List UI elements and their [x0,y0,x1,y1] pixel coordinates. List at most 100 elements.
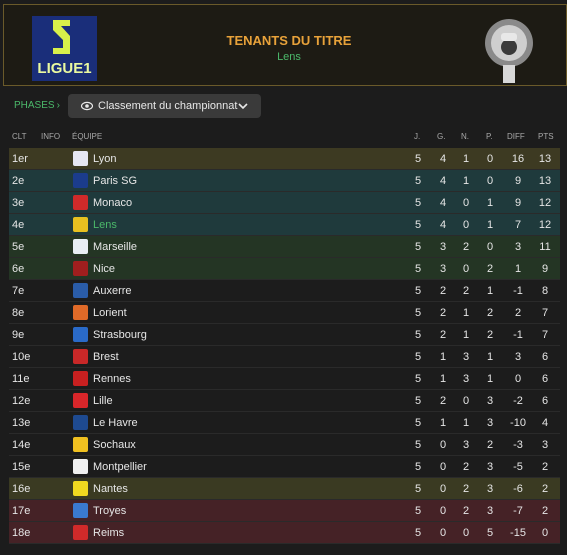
position-cell: 11e [12,373,30,385]
team-name[interactable]: Nice [93,263,115,275]
trophy-icon [485,19,533,83]
played-cell: 5 [414,175,422,187]
col-info[interactable]: INFO [41,132,60,141]
table-row[interactable]: 8e Lorient 5 2 1 2 2 7 [9,302,560,324]
title-holder-banner: LIGUE1 TENANTS DU TITRE Lens [3,4,567,86]
team-name[interactable]: Reims [93,527,124,539]
won-cell: 0 [439,505,447,517]
team-name[interactable]: Lille [93,395,113,407]
played-cell: 5 [414,197,422,209]
position-cell: 17e [12,505,31,517]
col-lost[interactable]: P. [486,132,493,141]
team-name[interactable]: Le Havre [93,417,138,429]
diff-cell: 16 [511,153,525,165]
points-cell: 3 [541,439,549,451]
position-cell: 15e [12,461,31,473]
table-row[interactable]: 1er Lyon 5 4 1 0 16 13 [9,148,560,170]
col-won[interactable]: G. [437,132,445,141]
team-name[interactable]: Nantes [93,483,128,495]
drawn-cell: 1 [462,307,470,319]
points-cell: 11 [539,241,551,253]
diff-cell: 3 [514,351,522,363]
col-played[interactable]: J. [414,132,420,141]
lost-cell: 5 [486,527,494,539]
diff-cell: 1 [514,263,522,275]
title-holder-team[interactable]: Lens [124,51,454,63]
table-row[interactable]: 11e Rennes 5 1 3 1 0 6 [9,368,560,390]
chevron-down-icon [238,103,248,110]
won-cell: 2 [439,307,447,319]
team-name[interactable]: Auxerre [93,285,132,297]
table-row[interactable]: 14e Sochaux 5 0 3 2 -3 3 [9,434,560,456]
diff-cell: -10 [510,417,526,429]
table-row[interactable]: 17e Troyes 5 0 2 3 -7 2 [9,500,560,522]
drawn-cell: 0 [462,219,470,231]
eye-icon [81,101,93,111]
played-cell: 5 [414,417,422,429]
phases-label: PHASES [14,100,55,111]
team-name[interactable]: Brest [93,351,119,363]
position-cell: 10e [12,351,31,363]
col-diff[interactable]: DIFF [507,132,525,141]
played-cell: 5 [414,307,422,319]
team-name[interactable]: Strasbourg [93,329,147,341]
position-cell: 4e [12,219,25,231]
won-cell: 1 [439,351,447,363]
standings-table: 1er Lyon 5 4 1 0 16 13 2e Paris SG 5 4 1 0 9 13 3e Monaco… [9,148,560,544]
won-cell: 1 [439,373,447,385]
team-name[interactable]: Montpellier [93,461,147,473]
diff-cell: 3 [514,241,522,253]
won-cell: 2 [439,329,447,341]
team-name[interactable]: Lyon [93,153,116,165]
position-cell: 13e [12,417,31,429]
table-row[interactable]: 5e Marseille 5 3 2 0 3 11 [9,236,560,258]
col-pts[interactable]: PTS [538,132,554,141]
table-row[interactable]: 12e Lille 5 2 0 3 -2 6 [9,390,560,412]
ligue1-logo: LIGUE1 [32,16,97,81]
standings-view-dropdown[interactable]: Classement du championnat [68,94,261,118]
col-drawn[interactable]: N. [461,132,469,141]
table-row[interactable]: 18e Reims 5 0 0 5 -15 0 [9,522,560,544]
col-pos[interactable]: CLT [12,132,27,141]
points-cell: 6 [541,351,549,363]
table-row[interactable]: 4e Lens 5 4 0 1 7 12 [9,214,560,236]
team-name[interactable]: Marseille [93,241,137,253]
table-row[interactable]: 6e Nice 5 3 0 2 1 9 [9,258,560,280]
table-row[interactable]: 7e Auxerre 5 2 2 1 -1 8 [9,280,560,302]
team-name[interactable]: Lorient [93,307,127,319]
team-name[interactable]: Troyes [93,505,126,517]
drawn-cell: 0 [462,197,470,209]
team-name[interactable]: Paris SG [93,175,137,187]
team-name[interactable]: Rennes [93,373,131,385]
drawn-cell: 1 [462,153,470,165]
diff-cell: -2 [513,395,523,407]
table-row[interactable]: 3e Monaco 5 4 0 1 9 12 [9,192,560,214]
col-team[interactable]: ÉQUIPE [72,132,102,141]
lost-cell: 0 [486,241,494,253]
drawn-cell: 3 [462,351,470,363]
table-row[interactable]: 16e Nantes 5 0 2 3 -6 2 [9,478,560,500]
played-cell: 5 [414,351,422,363]
drawn-cell: 0 [462,395,470,407]
table-row[interactable]: 15e Montpellier 5 0 2 3 -5 2 [9,456,560,478]
played-cell: 5 [414,329,422,341]
points-cell: 13 [538,175,552,187]
phases-link[interactable]: PHASES › [14,100,60,111]
club-badge-icon [73,437,88,452]
club-badge-icon [73,393,88,408]
lost-cell: 0 [486,153,494,165]
table-row[interactable]: 13e Le Havre 5 1 1 3 -10 4 [9,412,560,434]
points-cell: 8 [541,285,549,297]
club-badge-icon [73,261,88,276]
won-cell: 0 [439,461,447,473]
table-row[interactable]: 10e Brest 5 1 3 1 3 6 [9,346,560,368]
team-name[interactable]: Lens [93,219,117,231]
table-row[interactable]: 2e Paris SG 5 4 1 0 9 13 [9,170,560,192]
played-cell: 5 [414,483,422,495]
team-name[interactable]: Sochaux [93,439,136,451]
table-row[interactable]: 9e Strasbourg 5 2 1 2 -1 7 [9,324,560,346]
team-name[interactable]: Monaco [93,197,132,209]
diff-cell: -15 [510,527,526,539]
drawn-cell: 2 [462,285,470,297]
diff-cell: -6 [513,483,523,495]
